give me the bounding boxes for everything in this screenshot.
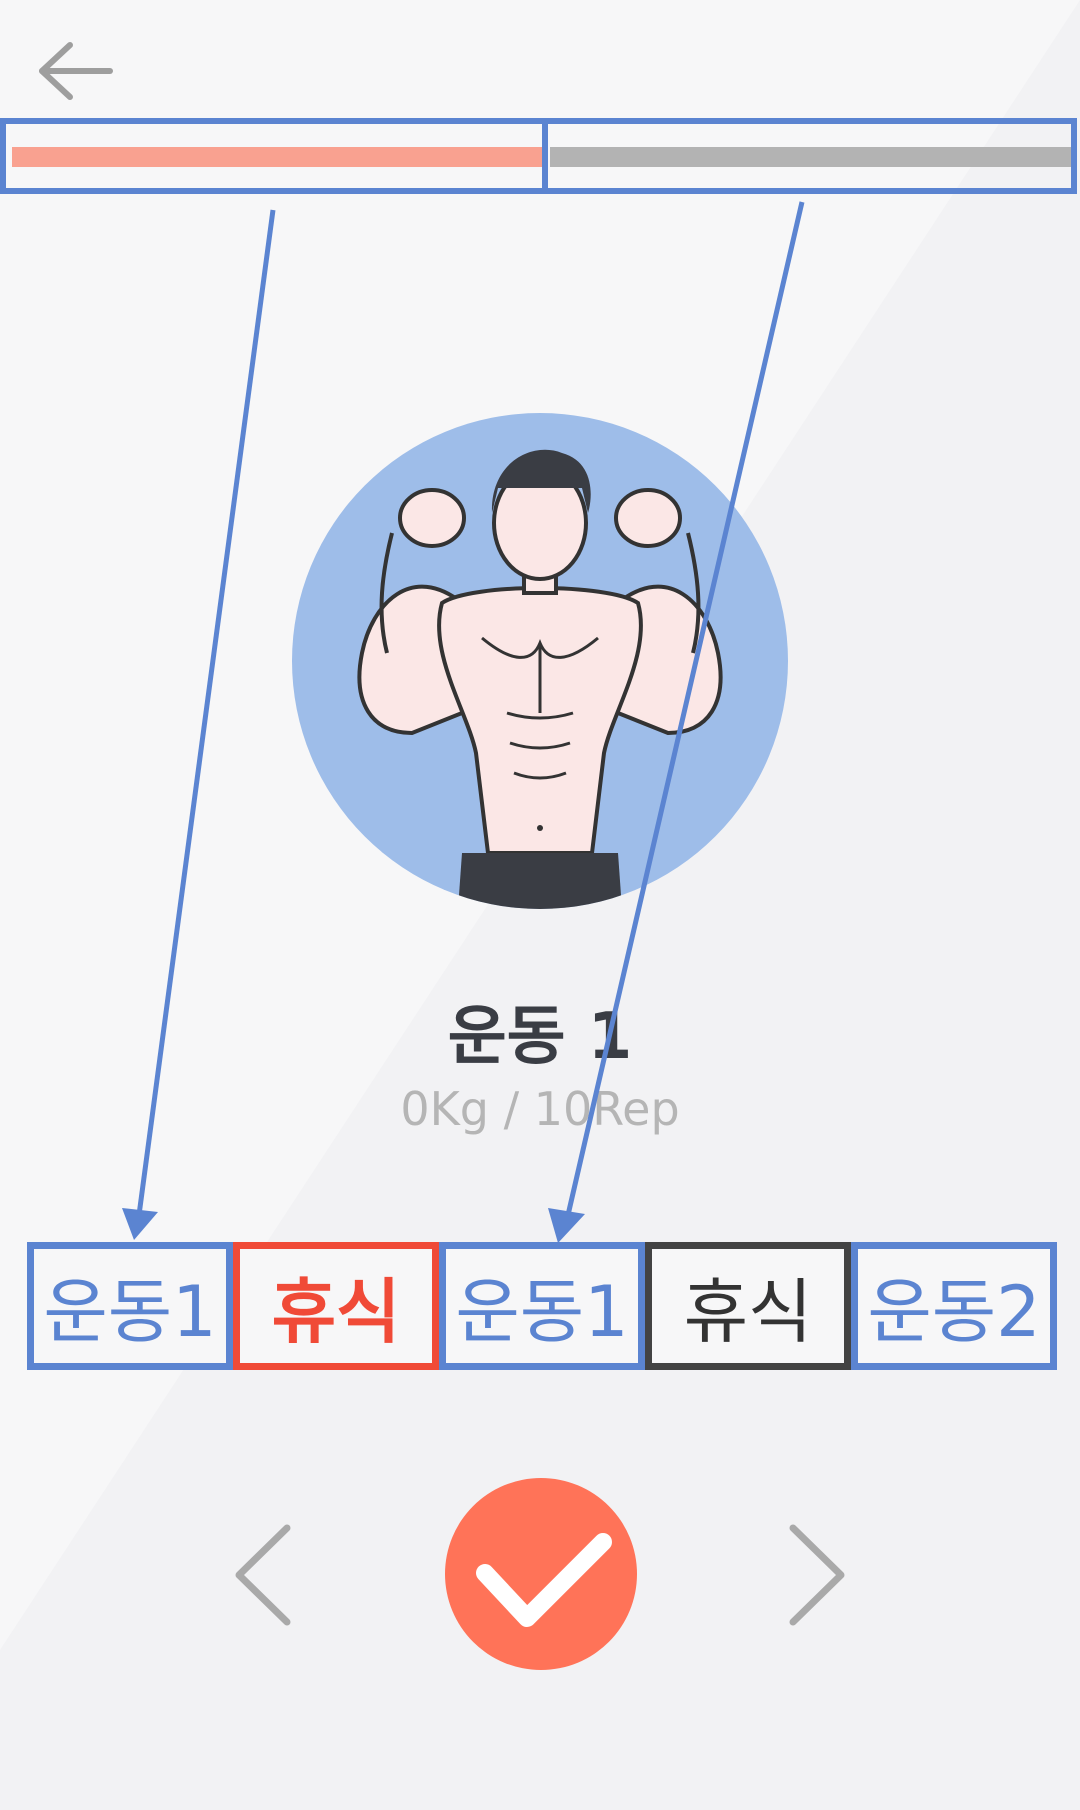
exercise-detail: 0Kg / 10Rep bbox=[400, 1082, 680, 1136]
sequence-step-1[interactable]: 운동1 bbox=[27, 1242, 233, 1370]
sequence-step-3[interactable]: 운동1 bbox=[439, 1242, 645, 1370]
previous-button[interactable] bbox=[225, 1520, 305, 1630]
sequence-step-4-rest[interactable]: 휴식 bbox=[645, 1242, 851, 1370]
sequence-step-2-rest[interactable]: 휴식 bbox=[233, 1242, 439, 1370]
back-button[interactable] bbox=[30, 35, 120, 105]
chevron-left-icon bbox=[235, 1524, 291, 1626]
complete-set-button[interactable] bbox=[445, 1478, 637, 1670]
sequence-step-5[interactable]: 운동2 bbox=[851, 1242, 1057, 1370]
exercise-name: 운동 1 bbox=[447, 1000, 633, 1074]
next-button[interactable] bbox=[775, 1520, 855, 1630]
chevron-right-icon bbox=[789, 1524, 845, 1626]
arrow-left-icon bbox=[39, 42, 113, 100]
progress-segment-current bbox=[0, 118, 548, 194]
progress-segment-upcoming bbox=[542, 118, 1077, 194]
exercise-illustration bbox=[292, 413, 788, 909]
checkmark-icon bbox=[476, 1533, 612, 1627]
progress-fill-upcoming bbox=[550, 147, 1071, 167]
flexing-man-illustration bbox=[357, 449, 723, 909]
progress-fill-current bbox=[12, 147, 542, 167]
